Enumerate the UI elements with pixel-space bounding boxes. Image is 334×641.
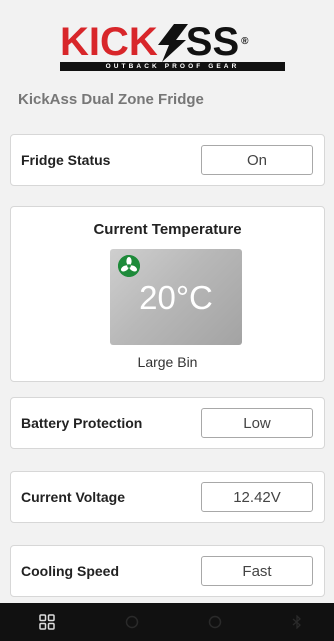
- cooling-speed-label: Cooling Speed: [21, 563, 119, 579]
- cooling-speed-select[interactable]: Fast: [201, 556, 313, 586]
- temperature-value: 20°C: [139, 279, 213, 316]
- fridge-status-toggle[interactable]: On: [201, 145, 313, 175]
- fan-icon: [118, 255, 140, 277]
- battery-protection-select[interactable]: Low: [201, 408, 313, 438]
- circle-icon: [125, 615, 139, 629]
- battery-protection-card: Battery Protection Low: [10, 397, 325, 449]
- cooling-speed-card: Cooling Speed Fast: [10, 545, 325, 597]
- nav-item-dashboard[interactable]: [30, 603, 64, 641]
- fridge-status-card: Fridge Status On: [10, 134, 325, 186]
- bluetooth-icon: [292, 615, 301, 629]
- fridge-status-label: Fridge Status: [21, 152, 111, 168]
- bottom-nav: [0, 603, 334, 641]
- nav-item-2[interactable]: [115, 603, 149, 641]
- nav-item-3[interactable]: [198, 603, 232, 641]
- grid-icon: [39, 614, 55, 630]
- battery-protection-label: Battery Protection: [21, 415, 143, 431]
- voltage-card: Current Voltage 12.42V: [10, 471, 325, 523]
- voltage-value: 12.42V: [201, 482, 313, 512]
- kickass-logo: KIC K SS ® OUTBACK PROOF GEAR: [60, 22, 300, 72]
- temperature-tile[interactable]: 20°C: [110, 249, 242, 345]
- circle-icon: [208, 615, 222, 629]
- logo-lightning-bolt: [157, 24, 188, 62]
- temperature-card: Current Temperature 20°C Large Bin: [10, 206, 325, 382]
- app-header: KIC K SS ® OUTBACK PROOF GEAR KickAss Dual…: [0, 0, 334, 128]
- temperature-title: Current Temperature: [93, 221, 242, 238]
- nav-item-bluetooth[interactable]: [280, 603, 314, 641]
- voltage-label: Current Voltage: [21, 489, 125, 505]
- device-name: KickAss Dual Zone Fridge: [18, 91, 204, 108]
- bin-label: Large Bin: [137, 354, 198, 370]
